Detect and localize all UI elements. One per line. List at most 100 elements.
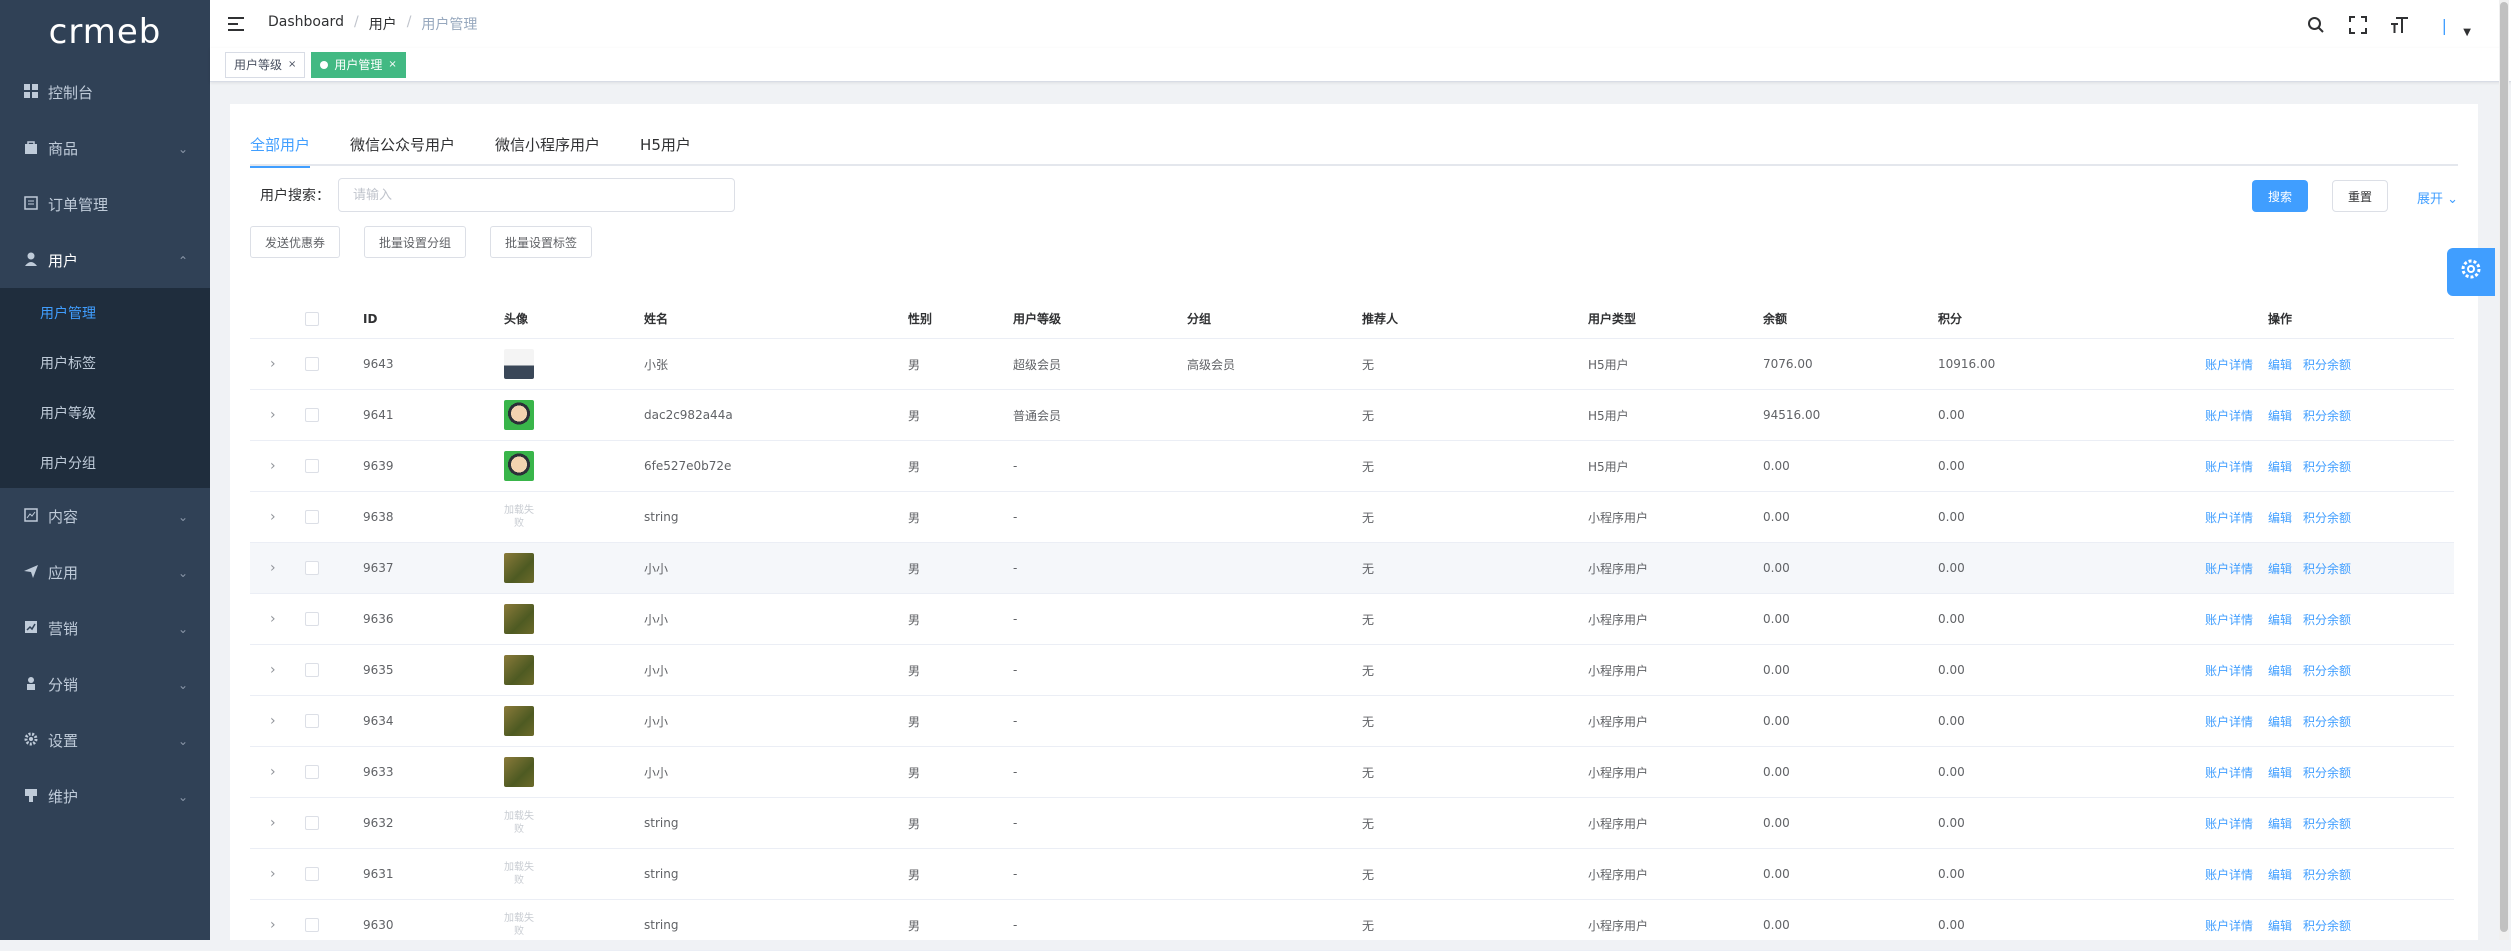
account-detail-link[interactable]: 账户详情	[2205, 764, 2253, 781]
sidebar-item-user-levels[interactable]: 用户等级	[0, 388, 210, 438]
account-detail-link[interactable]: 账户详情	[2205, 611, 2253, 628]
points-balance-link[interactable]: 积分余额	[2303, 764, 2351, 781]
sidebar-item-users[interactable]: 用户 ⌃	[0, 232, 210, 288]
tab-all-users[interactable]: 全部用户	[250, 128, 311, 168]
points-balance-link[interactable]: 积分余额	[2303, 458, 2351, 475]
edit-link[interactable]: 编辑	[2268, 611, 2292, 628]
row-checkbox[interactable]	[305, 612, 319, 626]
edit-link[interactable]: 编辑	[2268, 662, 2292, 679]
points-balance-link[interactable]: 积分余额	[2303, 713, 2351, 730]
account-detail-link[interactable]: 账户详情	[2205, 917, 2253, 934]
tab-h5[interactable]: H5用户	[640, 128, 691, 166]
account-detail-link[interactable]: 账户详情	[2205, 815, 2253, 832]
row-checkbox[interactable]	[305, 714, 319, 728]
points-balance-link[interactable]: 积分余额	[2303, 611, 2351, 628]
sidebar-item-user-tags[interactable]: 用户标签	[0, 338, 210, 388]
row-checkbox[interactable]	[305, 459, 319, 473]
batch-tag-button[interactable]: 批量设置标签	[490, 226, 593, 258]
account-detail-link[interactable]: 账户详情	[2205, 509, 2253, 526]
settings-float-button[interactable]	[2447, 248, 2495, 296]
sidebar-item-orders[interactable]: 订单管理	[0, 176, 210, 232]
reset-button[interactable]: 重置	[2332, 180, 2388, 212]
expand-row-icon[interactable]: ›	[270, 713, 276, 729]
edit-link[interactable]: 编辑	[2268, 917, 2292, 934]
expand-row-icon[interactable]: ›	[270, 458, 276, 474]
edit-link[interactable]: 编辑	[2268, 509, 2292, 526]
tab-wechat-miniprogram[interactable]: 微信小程序用户	[495, 128, 600, 166]
sidebar-item-marketing[interactable]: 营销 ⌄	[0, 600, 210, 656]
row-checkbox[interactable]	[305, 510, 319, 524]
font-size-icon[interactable]	[2389, 14, 2411, 36]
tag-user-levels[interactable]: 用户等级 ×	[225, 51, 306, 78]
expand-row-icon[interactable]: ›	[270, 560, 276, 576]
close-icon[interactable]: ×	[388, 53, 396, 77]
account-detail-link[interactable]: 账户详情	[2205, 458, 2253, 475]
sidebar-item-settings[interactable]: 设置 ⌄	[0, 712, 210, 768]
sidebar-item-apps[interactable]: 应用 ⌄	[0, 544, 210, 600]
edit-link[interactable]: 编辑	[2268, 560, 2292, 577]
breadcrumb-item[interactable]: 用户	[369, 14, 397, 34]
points-balance-link[interactable]: 积分余额	[2303, 815, 2351, 832]
expand-row-icon[interactable]: ›	[270, 407, 276, 423]
expand-row-icon[interactable]: ›	[270, 815, 276, 831]
row-checkbox[interactable]	[305, 408, 319, 422]
edit-link[interactable]: 编辑	[2268, 356, 2292, 373]
points-balance-link[interactable]: 积分余额	[2303, 509, 2351, 526]
expand-row-icon[interactable]: ›	[270, 917, 276, 933]
account-detail-link[interactable]: 账户详情	[2205, 662, 2253, 679]
account-detail-link[interactable]: 账户详情	[2205, 713, 2253, 730]
account-detail-link[interactable]: 账户详情	[2205, 560, 2253, 577]
points-balance-link[interactable]: 积分余额	[2303, 407, 2351, 424]
search-icon[interactable]	[2305, 14, 2327, 36]
row-checkbox[interactable]	[305, 357, 319, 371]
sidebar-item-maintenance[interactable]: 维护 ⌄	[0, 768, 210, 824]
breadcrumb-item[interactable]: Dashboard	[268, 14, 344, 34]
edit-link[interactable]: 编辑	[2268, 407, 2292, 424]
points-balance-link[interactable]: 积分余额	[2303, 917, 2351, 934]
tab-wechat-official[interactable]: 微信公众号用户	[350, 128, 455, 166]
expand-row-icon[interactable]: ›	[270, 866, 276, 882]
edit-link[interactable]: 编辑	[2268, 713, 2292, 730]
send-coupon-button[interactable]: 发送优惠券	[250, 226, 341, 258]
search-button[interactable]: 搜索	[2252, 180, 2308, 212]
sidebar-item-user-management[interactable]: 用户管理	[0, 288, 210, 338]
expand-row-icon[interactable]: ›	[270, 509, 276, 525]
points-balance-link[interactable]: 积分余额	[2303, 560, 2351, 577]
sidebar-item-products[interactable]: 商品 ⌄	[0, 120, 210, 176]
row-checkbox[interactable]	[305, 867, 319, 881]
scrollbar[interactable]	[2499, 0, 2509, 940]
row-checkbox[interactable]	[305, 816, 319, 830]
sidebar-item-content[interactable]: 内容 ⌄	[0, 488, 210, 544]
row-checkbox[interactable]	[305, 663, 319, 677]
edit-link[interactable]: 编辑	[2268, 815, 2292, 832]
points-balance-link[interactable]: 积分余额	[2303, 662, 2351, 679]
expand-row-icon[interactable]: ›	[270, 662, 276, 678]
sidebar-item-dashboard[interactable]: 控制台	[0, 64, 210, 120]
edit-link[interactable]: 编辑	[2268, 866, 2292, 883]
sidebar-item-user-groups[interactable]: 用户分组	[0, 438, 210, 488]
tag-user-management[interactable]: 用户管理 ×	[311, 51, 406, 78]
points-balance-link[interactable]: 积分余额	[2303, 356, 2351, 373]
account-detail-link[interactable]: 账户详情	[2205, 407, 2253, 424]
account-detail-link[interactable]: 账户详情	[2205, 866, 2253, 883]
row-checkbox[interactable]	[305, 918, 319, 932]
avatar[interactable]: |	[2431, 12, 2457, 38]
close-icon[interactable]: ×	[288, 53, 296, 77]
select-all-checkbox[interactable]	[305, 311, 319, 326]
account-detail-link[interactable]: 账户详情	[2205, 356, 2253, 373]
sidebar-item-distribution[interactable]: 分销 ⌄	[0, 656, 210, 712]
hamburger-icon[interactable]	[228, 17, 244, 31]
batch-group-button[interactable]: 批量设置分组	[364, 226, 467, 258]
expand-row-icon[interactable]: ›	[270, 764, 276, 780]
scrollbar-thumb[interactable]	[2500, 2, 2508, 932]
row-checkbox[interactable]	[305, 765, 319, 779]
search-input[interactable]	[338, 178, 735, 212]
row-checkbox[interactable]	[305, 561, 319, 575]
expand-row-icon[interactable]: ›	[270, 356, 276, 372]
edit-link[interactable]: 编辑	[2268, 458, 2292, 475]
fullscreen-icon[interactable]	[2347, 14, 2369, 36]
edit-link[interactable]: 编辑	[2268, 764, 2292, 781]
points-balance-link[interactable]: 积分余额	[2303, 866, 2351, 883]
caret-down-icon[interactable]: ▼	[2463, 27, 2471, 38]
expand-toggle[interactable]: 展开 ⌄	[2417, 188, 2458, 207]
